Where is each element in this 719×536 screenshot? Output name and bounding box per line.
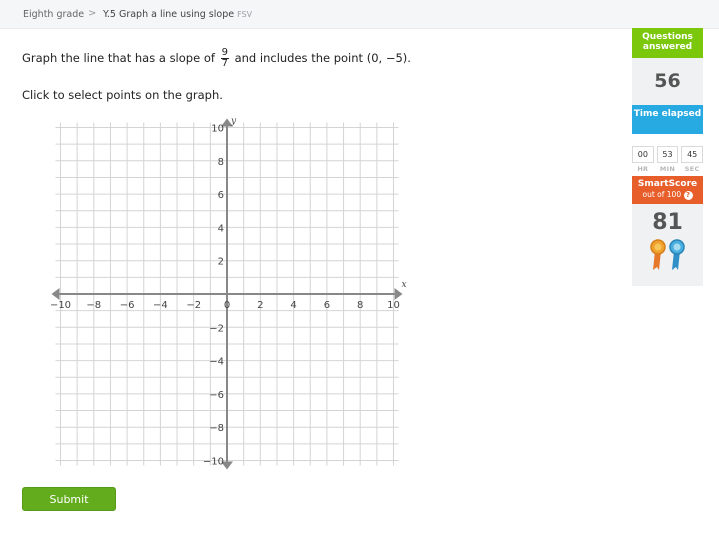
question-text: Graph the line that has a slope of 9 7 a… [22, 48, 411, 69]
y-tick-label: −8 [209, 423, 224, 434]
x-axis-label: x [402, 280, 407, 290]
skill-code: FSV [237, 10, 253, 19]
x-tick-label: 6 [324, 300, 330, 311]
timer-min-label: MIN [659, 165, 676, 173]
submit-button[interactable]: Submit [22, 487, 116, 511]
instruction-text: Click to select points on the graph. [22, 88, 223, 102]
question-prefix: Graph the line that has a slope of [22, 51, 215, 65]
y-tick-label: −4 [209, 357, 224, 368]
x-tick-label: 2 [257, 300, 263, 311]
x-tick-label: 0 [224, 300, 230, 311]
x-axis-arrow-left-icon [51, 288, 60, 300]
timer-hours: 00 [632, 146, 654, 163]
smartscore-header: SmartScore out of 100 ? [632, 176, 703, 204]
breadcrumb-skill: Y.5 Graph a line using slope FSV [103, 9, 252, 20]
breadcrumb: Eighth grade > Y.5 Graph a line using sl… [0, 0, 719, 29]
time-elapsed-header: Time elapsed [632, 105, 703, 134]
sidebar: Questions answered 56 Time elapsed 00 53… [632, 28, 704, 286]
timer-minutes: 53 [656, 146, 679, 163]
questions-answered-header: Questions answered [632, 28, 703, 58]
info-icon[interactable]: ? [683, 190, 693, 200]
x-tick-label: −10 [50, 300, 71, 311]
coordinate-graph[interactable]: −10 −8 −6 −4 −2 0 2 4 6 8 10 10 8 6 4 2 −2 −4 −6 −8 −10 x y [40, 112, 410, 472]
y-tick-label: −10 [203, 457, 224, 468]
y-tick-label: 2 [218, 257, 224, 268]
y-tick-label: 4 [218, 223, 224, 234]
x-tick-label: 8 [357, 300, 363, 311]
chevron-right-icon: > [88, 8, 97, 19]
x-tick-label: −8 [86, 300, 101, 311]
y-tick-label: −2 [209, 323, 224, 334]
y-tick-label: −6 [209, 390, 224, 401]
ribbon-blue-icon [668, 239, 685, 270]
y-tick-label: 6 [218, 190, 224, 201]
smartscore-sub-text: out of 100 [642, 190, 682, 199]
smartscore-box: 81 [632, 204, 703, 286]
x-tick-label: −2 [186, 300, 201, 311]
x-tick-label: −4 [153, 300, 168, 311]
award-ribbons [649, 239, 685, 270]
questions-answered-count: 56 [632, 58, 703, 105]
breadcrumb-skill-title: Y.5 Graph a line using slope [103, 9, 235, 20]
y-axis-label: y [230, 117, 237, 127]
slope-fraction: 9 7 [220, 48, 229, 69]
breadcrumb-grade-link[interactable]: Eighth grade [23, 9, 84, 20]
timer-hr-label: HR [637, 165, 649, 173]
timer-sec-label: SEC [684, 165, 700, 173]
x-tick-label: 10 [387, 300, 400, 311]
y-tick-label: 10 [211, 124, 224, 135]
y-tick-label: 8 [218, 157, 224, 168]
x-tick-label: −6 [120, 300, 135, 311]
smartscore-subtitle: out of 100 ? [632, 190, 703, 200]
timer-seconds: 45 [681, 146, 704, 163]
x-tick-label: 4 [290, 300, 296, 311]
slope-denominator: 7 [221, 58, 228, 69]
ribbon-orange-icon [649, 239, 666, 270]
timer: 00 53 45 HR MIN SEC [632, 134, 704, 176]
smartscore-title: SmartScore [637, 179, 698, 189]
question-suffix: and includes the point (0, −5). [234, 51, 411, 65]
smartscore-value: 81 [652, 210, 683, 235]
